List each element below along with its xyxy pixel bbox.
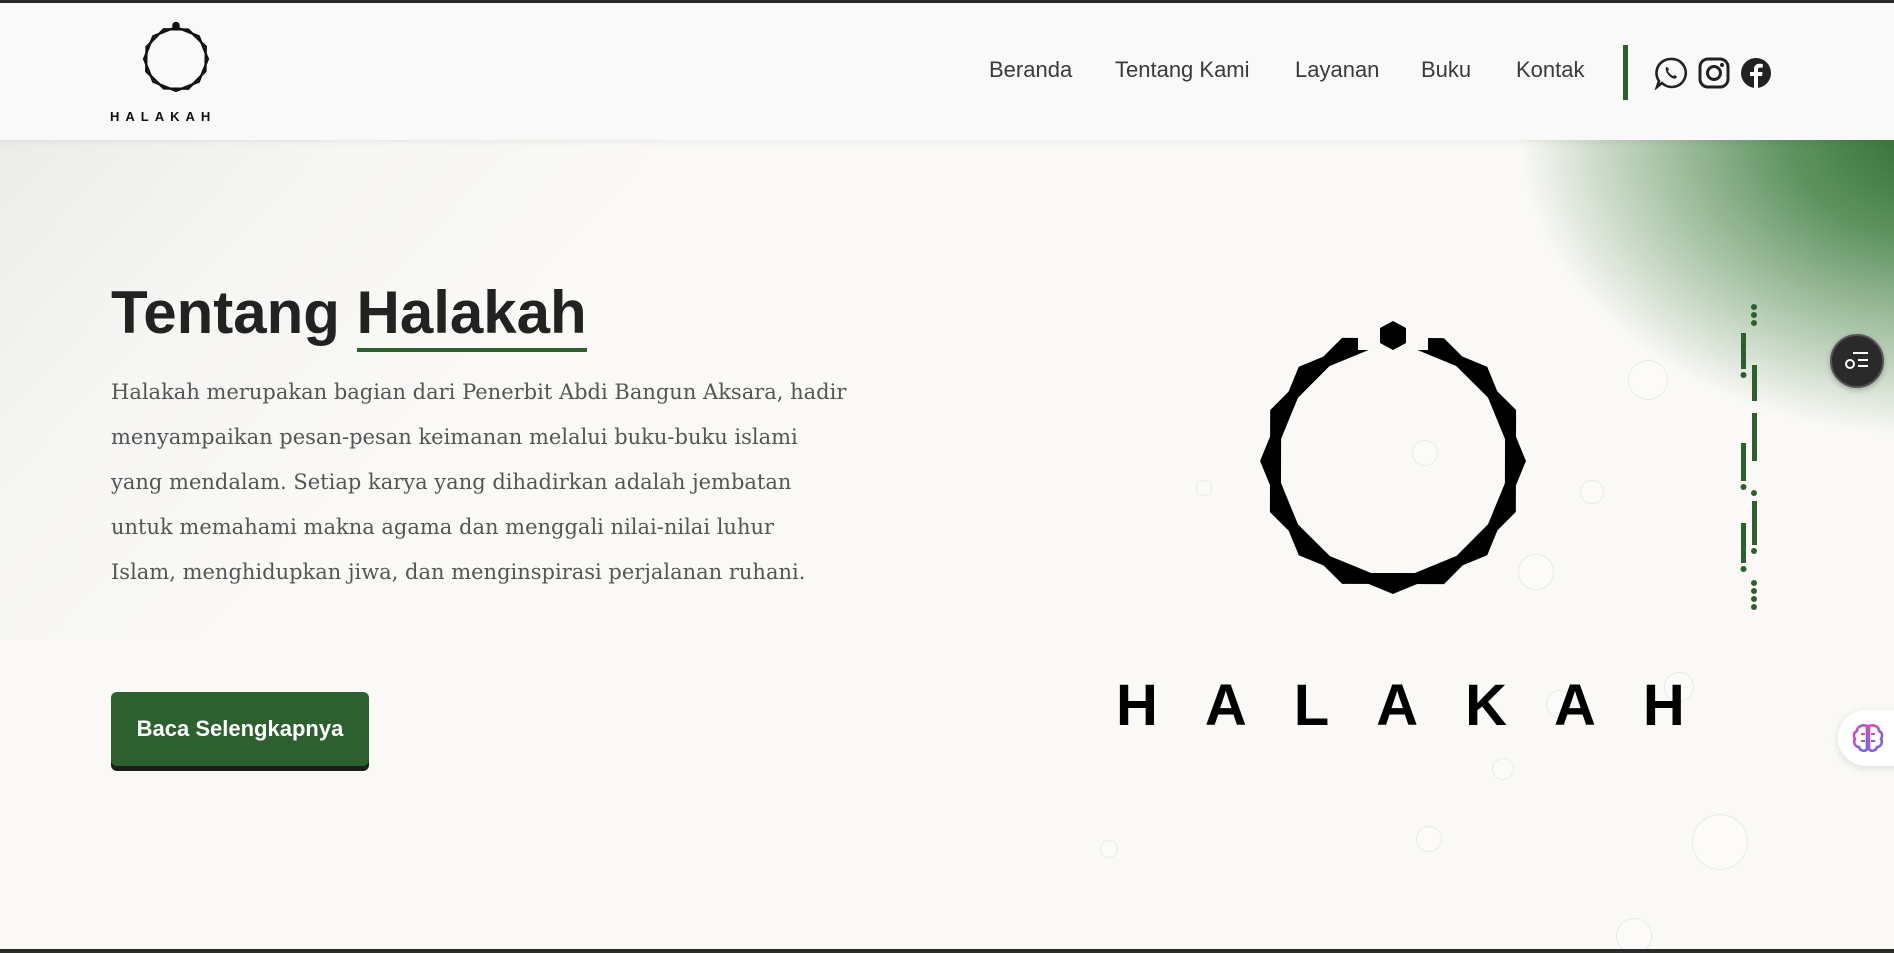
table-of-contents-icon [1845, 352, 1868, 369]
decor-bubble [1196, 480, 1212, 496]
background-accent [1514, 140, 1894, 440]
decor-bubble [1628, 360, 1668, 400]
brain-icon [1852, 724, 1884, 753]
nav-divider [1623, 45, 1628, 100]
description-line: untuk memahami makna agama dan menggali … [111, 515, 775, 539]
site-header: HALAKAH Beranda Tentang Kami Layanan Buk… [0, 3, 1894, 140]
decor-bubble [1100, 840, 1118, 858]
about-description: Halakah merupakan bagian dari Penerbit A… [111, 370, 911, 595]
brand-name: HALAKAH [110, 109, 217, 124]
decor-bubble [1492, 758, 1514, 780]
decor-bubble [1616, 918, 1652, 949]
section-progress-indicator [1740, 304, 1757, 610]
about-section: Tentang Halakah Halakah merupakan bagian… [0, 140, 1894, 949]
title-prefix: Tentang [111, 279, 340, 346]
description-line: Halakah merupakan bagian dari Penerbit A… [111, 380, 847, 404]
page-title: Tentang Halakah [111, 278, 587, 352]
nav-layanan[interactable]: Layanan [1295, 57, 1379, 83]
nav-buku[interactable]: Buku [1421, 57, 1471, 83]
description-line: Islam, menghidupkan jiwa, dan menginspir… [111, 560, 806, 584]
bottom-border [0, 949, 1894, 953]
assistant-launcher[interactable] [1838, 710, 1894, 766]
decor-bubble [1692, 814, 1748, 870]
brand-logo-link[interactable]: HALAKAH [108, 21, 244, 125]
description-line: yang mendalam. Setiap karya yang dihadir… [111, 470, 792, 494]
nav-beranda[interactable]: Beranda [989, 57, 1072, 83]
halakah-logo-icon [142, 21, 210, 93]
nav-kontak[interactable]: Kontak [1516, 57, 1585, 83]
hero-wordmark: HALAKAH [1116, 673, 1732, 738]
title-highlight: Halakah [356, 279, 587, 352]
whatsapp-icon[interactable] [1654, 56, 1688, 91]
table-of-contents-button[interactable] [1830, 334, 1884, 388]
nav-tentang-kami[interactable]: Tentang Kami [1115, 57, 1250, 83]
decor-bubble [1580, 480, 1604, 504]
halakah-large-logo-icon [1260, 320, 1526, 594]
description-line: menyampaikan pesan-pesan keimanan melalu… [111, 425, 798, 449]
decor-bubble [1416, 826, 1442, 852]
facebook-icon[interactable] [1739, 56, 1773, 90]
read-more-button[interactable]: Baca Selengkapnya [111, 692, 369, 766]
instagram-icon[interactable] [1697, 56, 1731, 90]
